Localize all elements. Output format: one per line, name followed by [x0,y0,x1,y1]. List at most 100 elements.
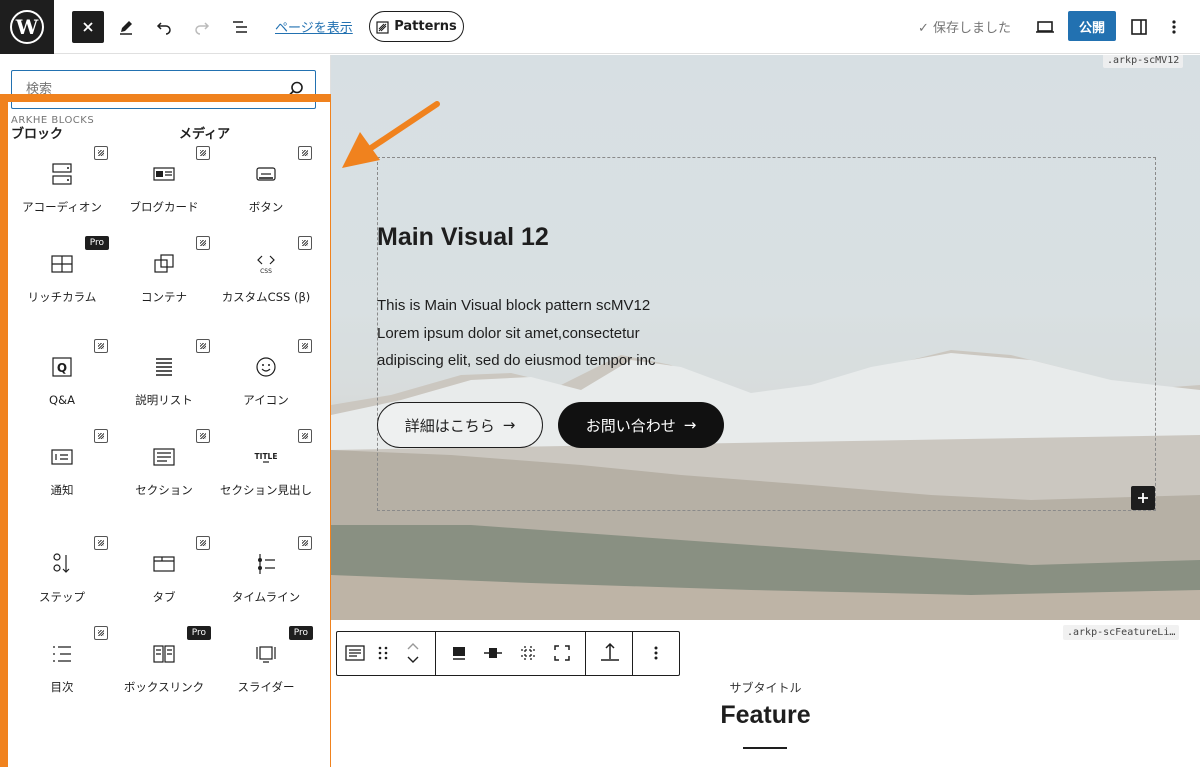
contact-button[interactable]: お問い合わせ → [558,402,724,448]
block-class-tag: .arkp-scMV12 [1103,55,1184,68]
patterns-icon [376,20,389,34]
addon-badge-icon [94,146,108,160]
block-item[interactable]: Pro ボックスリンク [113,622,215,714]
block-options-button[interactable] [643,640,669,666]
blog-card-icon [152,162,176,186]
hero-title[interactable]: Main Visual 12 [377,223,549,252]
toolbar-divider [585,632,586,675]
detail-button-label: 詳細はこちら [404,416,495,435]
block-item[interactable]: CSS カスタムCSS (β) [215,232,317,324]
grid-button[interactable] [515,640,541,666]
drag-handle[interactable] [370,640,396,666]
block-item[interactable]: ステップ [11,532,113,624]
pencil-icon [120,21,132,35]
redo-icon [195,22,210,35]
align-top-icon [453,647,465,660]
block-item[interactable]: Pro スライダー [215,622,317,714]
align-center-icon [484,648,502,658]
svg-text:TITLE: TITLE [255,452,278,461]
height-icon [601,642,619,661]
block-item-label: 通知 [50,483,74,497]
section-icon [345,645,365,661]
container-icon [152,252,176,276]
wordpress-logo[interactable]: W [0,0,54,54]
addon-badge-icon [196,429,210,443]
button-icon [254,162,278,186]
block-type-button[interactable] [342,640,368,666]
block-item-label: ステップ [39,590,85,604]
contact-button-label: お問い合わせ [585,416,676,435]
notice-icon [50,445,74,469]
slider-icon [254,642,278,666]
view-page-link[interactable]: ページを表示 [275,17,353,36]
drag-icon [378,646,388,660]
block-item-label: ボックスリンク [123,680,205,694]
block-item-label: 説明リスト [135,393,193,407]
settings-sidebar-button[interactable] [1124,12,1154,42]
move-up-down-button[interactable] [400,640,426,666]
hero-paragraph[interactable]: This is Main Visual block pattern scMV12… [377,292,737,375]
block-item-label: セクション [135,483,193,497]
addon-badge-icon [298,536,312,550]
block-item[interactable]: Pro リッチカラム [11,232,113,324]
block-item-label: リッチカラム [27,290,97,304]
title-icon: TITLE [254,445,278,469]
block-item[interactable]: 通知 [11,425,113,517]
block-item-label: アコーディオン [22,200,102,214]
block-item[interactable]: セクション [113,425,215,517]
block-item[interactable]: タイムライン [215,532,317,624]
block-toolbar [336,631,680,676]
css-icon: CSS [254,252,278,276]
block-item[interactable]: ボタン [215,142,317,234]
preview-button[interactable] [1030,12,1060,42]
main-visual-block[interactable]: .arkp-scMV12 Main Visual 12 This is Main… [331,55,1200,620]
detail-button[interactable]: 詳細はこちら → [377,402,543,448]
min-height-button[interactable] [597,640,623,666]
close-inserter-button[interactable] [72,11,104,43]
tools-button[interactable] [111,12,141,42]
redo-button[interactable] [187,12,217,42]
block-item[interactable]: アコーディオン [11,142,113,234]
feature-subtitle[interactable]: サブタイトル [331,679,1200,696]
saved-status: ✓ 保存しました [918,21,1012,36]
patterns-button[interactable]: Patterns [369,11,464,42]
block-item[interactable]: 目次 [11,622,113,714]
add-block-button[interactable] [1131,486,1155,510]
block-item[interactable]: アイコン [215,335,317,427]
addon-badge-icon [196,236,210,250]
arrow-right-icon: → [683,416,697,434]
addon-badge-icon [298,146,312,160]
block-item[interactable]: TITLE セクション見出し [215,425,317,517]
block-item-label: コンテナ [141,290,187,304]
more-vertical-icon [654,646,658,660]
annotation-arrow-icon [342,101,440,168]
feature-heading[interactable]: Feature [331,701,1200,730]
fullscreen-button[interactable] [549,640,575,666]
block-item[interactable]: 説明リスト [113,335,215,427]
arrow-right-icon: → [502,416,516,434]
block-category-title: ARKHE BLOCKS [11,115,95,126]
align-center-button[interactable] [480,640,506,666]
addon-badge-icon [298,339,312,353]
svg-text:W: W [15,15,39,39]
block-item[interactable]: Q Q&A [11,335,113,427]
block-item-label: ボタン [248,200,284,214]
block-item[interactable]: タブ [113,532,215,624]
block-item[interactable]: ブログカード [113,142,215,234]
block-item-label: ブログカード [129,200,199,214]
fullscreen-icon [554,645,570,661]
dotted-grid-icon [521,646,535,660]
options-menu-button[interactable] [1159,12,1189,42]
heading-underline [743,747,787,749]
list-view-button[interactable] [225,12,255,42]
publish-button[interactable]: 公開 [1068,11,1116,41]
block-item-label: タブ [152,590,176,604]
addon-badge-icon [196,339,210,353]
more-vertical-icon [1172,20,1176,34]
editor-canvas: .arkp-scMV12 Main Visual 12 This is Main… [331,55,1200,767]
block-item[interactable]: コンテナ [113,232,215,324]
toolbar-divider [435,632,436,675]
undo-button[interactable] [149,12,179,42]
align-top-button[interactable] [446,640,472,666]
columns-icon [50,252,74,276]
